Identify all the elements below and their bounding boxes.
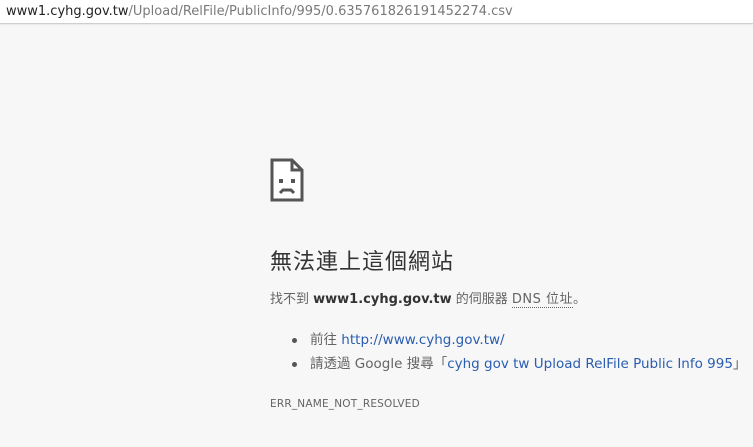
suggestion-prefix: 請透過 Google 搜尋「 xyxy=(310,356,448,372)
error-code: ERR_NAME_NOT_RESOLVED xyxy=(270,398,420,410)
error-page: 無法連上這個網站 找不到 www1.cyhg.gov.tw 的伺服器 DNS 位… xyxy=(270,158,750,410)
sad-page-icon xyxy=(270,158,304,202)
suggestion-visit-homepage: 前往 http://www.cyhg.gov.tw/ xyxy=(292,328,750,352)
error-title: 無法連上這個網站 xyxy=(270,250,455,275)
url-path: /Upload/RelFile/PublicInfo/995/0.6357618… xyxy=(128,4,513,19)
explanation-middle: 的伺服器 xyxy=(451,292,512,307)
address-bar[interactable]: www1.cyhg.gov.tw/Upload/RelFile/PublicIn… xyxy=(0,0,753,24)
google-search-link[interactable]: cyhg gov tw Upload RelFile Public Info 9… xyxy=(447,356,733,372)
homepage-link[interactable]: http://www.cyhg.gov.tw/ xyxy=(341,332,504,348)
suggestion-suffix: 」 xyxy=(732,356,747,372)
explanation-suffix: 。 xyxy=(573,292,587,307)
url-host: www1.cyhg.gov.tw xyxy=(6,4,129,19)
suggestion-prefix: 前往 xyxy=(310,332,342,348)
explanation-prefix: 找不到 xyxy=(270,292,314,307)
error-explanation: 找不到 www1.cyhg.gov.tw 的伺服器 DNS 位址。 xyxy=(270,290,750,310)
suggestion-google-search: 請透過 Google 搜尋「cyhg gov tw Upload RelFile… xyxy=(292,352,750,376)
suggestions-list: 前往 http://www.cyhg.gov.tw/ 請透過 Google 搜尋… xyxy=(270,328,750,376)
dns-address-term[interactable]: DNS 位址 xyxy=(511,292,574,308)
explanation-host: www1.cyhg.gov.tw xyxy=(313,292,452,307)
